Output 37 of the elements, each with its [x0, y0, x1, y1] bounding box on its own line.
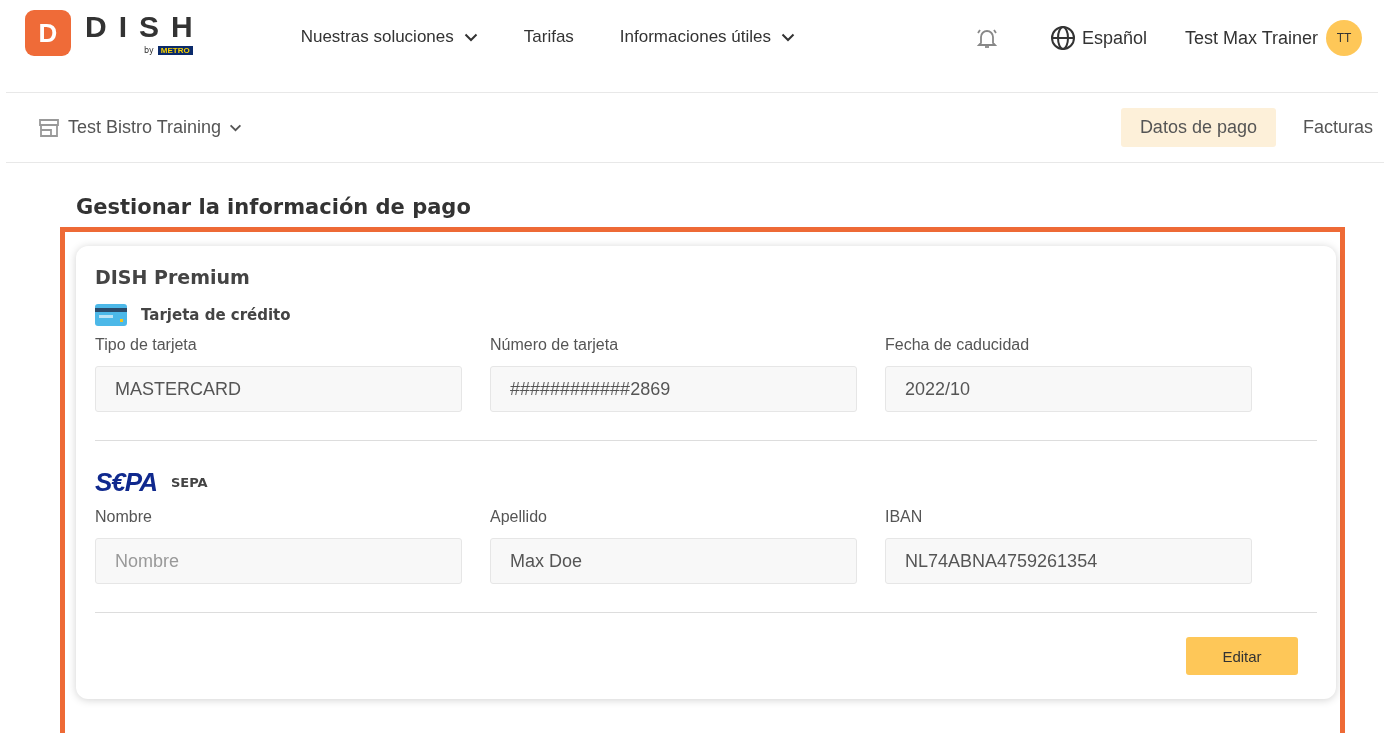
- chevron-down-icon: [781, 32, 796, 42]
- chevron-down-icon: [229, 123, 243, 132]
- input-field[interactable]: Max Doe: [490, 538, 857, 584]
- chevron-down-icon: [463, 32, 478, 42]
- field-label: IBAN: [885, 508, 924, 526]
- field-label: Nombre: [95, 508, 153, 526]
- nav-link[interactable]: Tarifas: [523, 27, 574, 47]
- language-selector[interactable]: Español: [1049, 25, 1147, 51]
- sepa-logo: S€PA: [95, 467, 157, 498]
- partner-logo: METRO: [157, 46, 193, 55]
- edit-button[interactable]: Editar: [1186, 637, 1298, 675]
- store-icon: [38, 117, 60, 138]
- input-field[interactable]: MASTERCARD: [95, 366, 462, 412]
- logo-name: DISH: [85, 10, 205, 44]
- page-title: Gestionar la información de pago: [76, 195, 472, 219]
- field-label: Fecha de caducidad: [885, 336, 1031, 354]
- field-label: Número de tarjeta: [490, 336, 620, 354]
- tab[interactable]: Datos de pago: [1120, 108, 1276, 147]
- store-selector[interactable]: Test Bistro Training: [38, 117, 243, 138]
- field-label: Apellido: [490, 508, 548, 526]
- input-field[interactable]: ############2869: [490, 366, 857, 412]
- credit-card-icon: [95, 304, 127, 326]
- nav-link[interactable]: Informaciones útiles: [619, 27, 796, 47]
- nav-link[interactable]: Nuestras soluciones: [300, 27, 478, 47]
- tab[interactable]: Facturas: [1283, 108, 1384, 147]
- input-field[interactable]: NL74ABNA4759261354: [885, 538, 1252, 584]
- logo-mark-icon: D: [25, 10, 71, 56]
- user-name[interactable]: Test Max Trainer: [1184, 27, 1318, 49]
- section-title: Tarjeta de crédito: [141, 306, 291, 324]
- field-label: Tipo de tarjeta: [95, 336, 198, 354]
- logo-by-text: by: [144, 46, 154, 55]
- user-avatar[interactable]: TT: [1326, 20, 1362, 56]
- globe-icon: [1049, 25, 1076, 51]
- section-title: SEPA: [171, 475, 208, 490]
- card-title: DISH Premium: [95, 266, 251, 288]
- input-field[interactable]: Nombre: [95, 538, 462, 584]
- input-field[interactable]: 2022/10: [885, 366, 1252, 412]
